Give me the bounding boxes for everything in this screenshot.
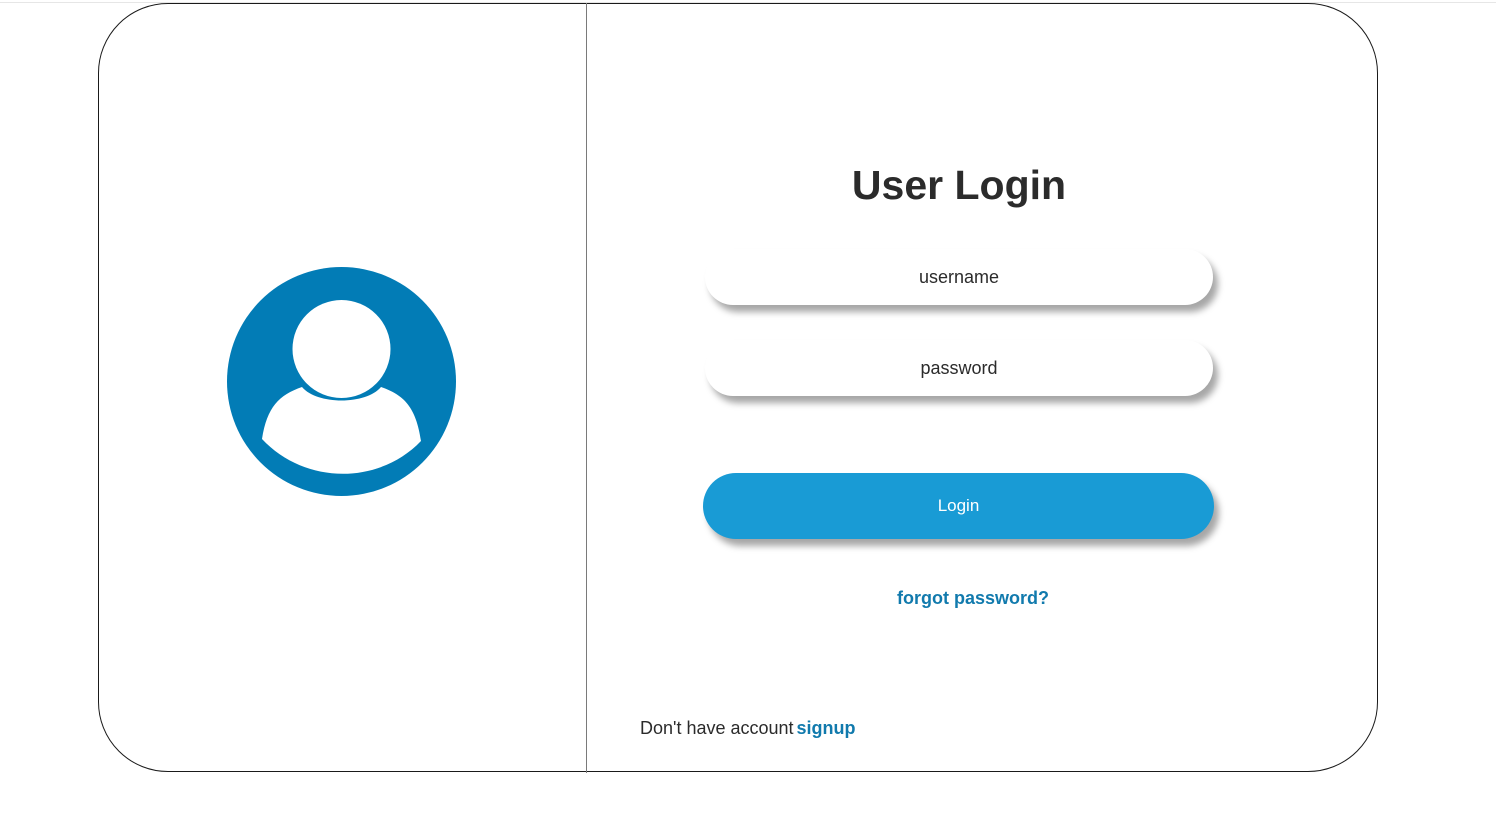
page-title: User Login [851, 162, 1067, 208]
username-input[interactable] [705, 249, 1213, 305]
password-input[interactable] [705, 340, 1213, 396]
signup-prompt: Don't have account [640, 718, 794, 738]
forgot-password-link[interactable]: forgot password? [858, 588, 1088, 609]
panel-divider [586, 3, 587, 773]
login-button[interactable]: Login [703, 473, 1214, 539]
signup-link[interactable]: signup [797, 718, 856, 738]
signup-row: Don't have account signup [640, 718, 856, 739]
user-avatar-icon [227, 267, 456, 496]
